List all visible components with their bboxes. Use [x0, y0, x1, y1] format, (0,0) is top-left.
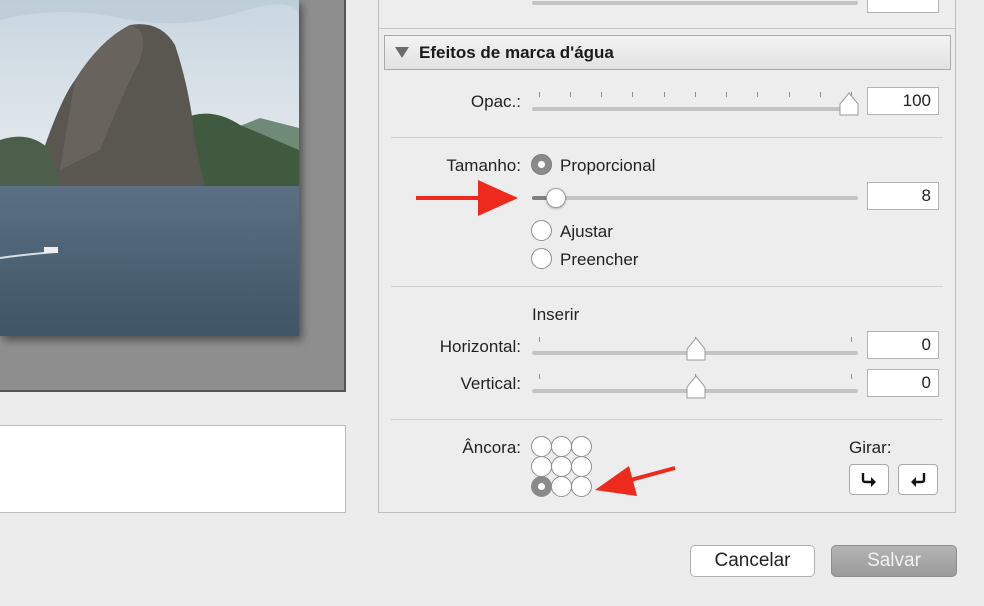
inset-title: Inserir — [532, 305, 580, 324]
annotation-arrow-anchor — [595, 466, 676, 496]
size-slider-track[interactable] — [532, 196, 858, 200]
proportional-radio[interactable] — [531, 154, 552, 175]
opacity-slider-track[interactable] — [532, 107, 858, 111]
anchor-bottom-right[interactable] — [571, 476, 592, 497]
anchor-middle-left[interactable] — [531, 456, 552, 477]
angle-slider-track[interactable] — [532, 1, 858, 5]
rotate-label: Girar: — [849, 438, 892, 457]
anchor-top-right[interactable] — [571, 436, 592, 457]
divider — [391, 286, 943, 287]
vertical-label: Vertical: — [460, 374, 521, 393]
vertical-slider-thumb[interactable] — [685, 375, 707, 400]
anchor-top-center[interactable] — [551, 436, 572, 457]
anchor-bottom-center[interactable] — [551, 476, 572, 497]
rotate-cw-icon — [861, 472, 876, 487]
size-field[interactable]: 8 — [867, 182, 939, 210]
rotate-ccw-icon — [911, 472, 926, 487]
divider — [391, 419, 943, 420]
fill-label: Preencher — [560, 250, 639, 269]
vertical-field[interactable]: 0 — [867, 369, 939, 397]
angle-field[interactable] — [867, 0, 939, 13]
preview-photo — [0, 0, 299, 336]
horizontal-label: Horizontal: — [439, 337, 521, 356]
angle-row-partial — [379, 0, 955, 29]
watermark-panel: Efeitos de marca d'água Opac.: 100 Taman… — [378, 0, 956, 513]
fill-radio[interactable] — [531, 248, 552, 269]
anchor-middle-center[interactable] — [551, 456, 572, 477]
size-label: Tamanho: — [446, 156, 521, 175]
opacity-field[interactable]: 100 — [867, 87, 939, 115]
fit-radio[interactable] — [531, 220, 552, 241]
section-header-watermark[interactable]: Efeitos de marca d'água — [384, 35, 951, 70]
disclosure-triangle-icon[interactable] — [395, 47, 409, 58]
cancel-button[interactable]: Cancelar — [690, 545, 815, 577]
size-slider-thumb[interactable] — [546, 188, 566, 208]
anchor-top-left[interactable] — [531, 436, 552, 457]
save-button[interactable]: Salvar — [831, 545, 957, 577]
opacity-slider-thumb[interactable] — [838, 92, 860, 117]
preview-area — [0, 0, 346, 392]
fit-label: Ajustar — [560, 222, 613, 241]
opacity-label: Opac.: — [470, 92, 521, 111]
section-title: Efeitos de marca d'água — [419, 42, 614, 62]
annotation-arrow-size — [416, 180, 518, 216]
horizontal-slider-thumb[interactable] — [685, 337, 707, 362]
opacity-ticks — [539, 92, 859, 100]
proportional-label: Proporcional — [560, 156, 656, 175]
photo-image — [0, 0, 299, 336]
rotate-ccw-button[interactable] — [898, 464, 938, 495]
horizontal-field[interactable]: 0 — [867, 331, 939, 359]
anchor-middle-right[interactable] — [571, 456, 592, 477]
rotate-cw-button[interactable] — [849, 464, 889, 495]
anchor-bottom-left[interactable] — [531, 476, 552, 497]
anchor-label: Âncora: — [462, 438, 521, 457]
caption-box — [0, 425, 346, 513]
divider — [391, 137, 943, 138]
